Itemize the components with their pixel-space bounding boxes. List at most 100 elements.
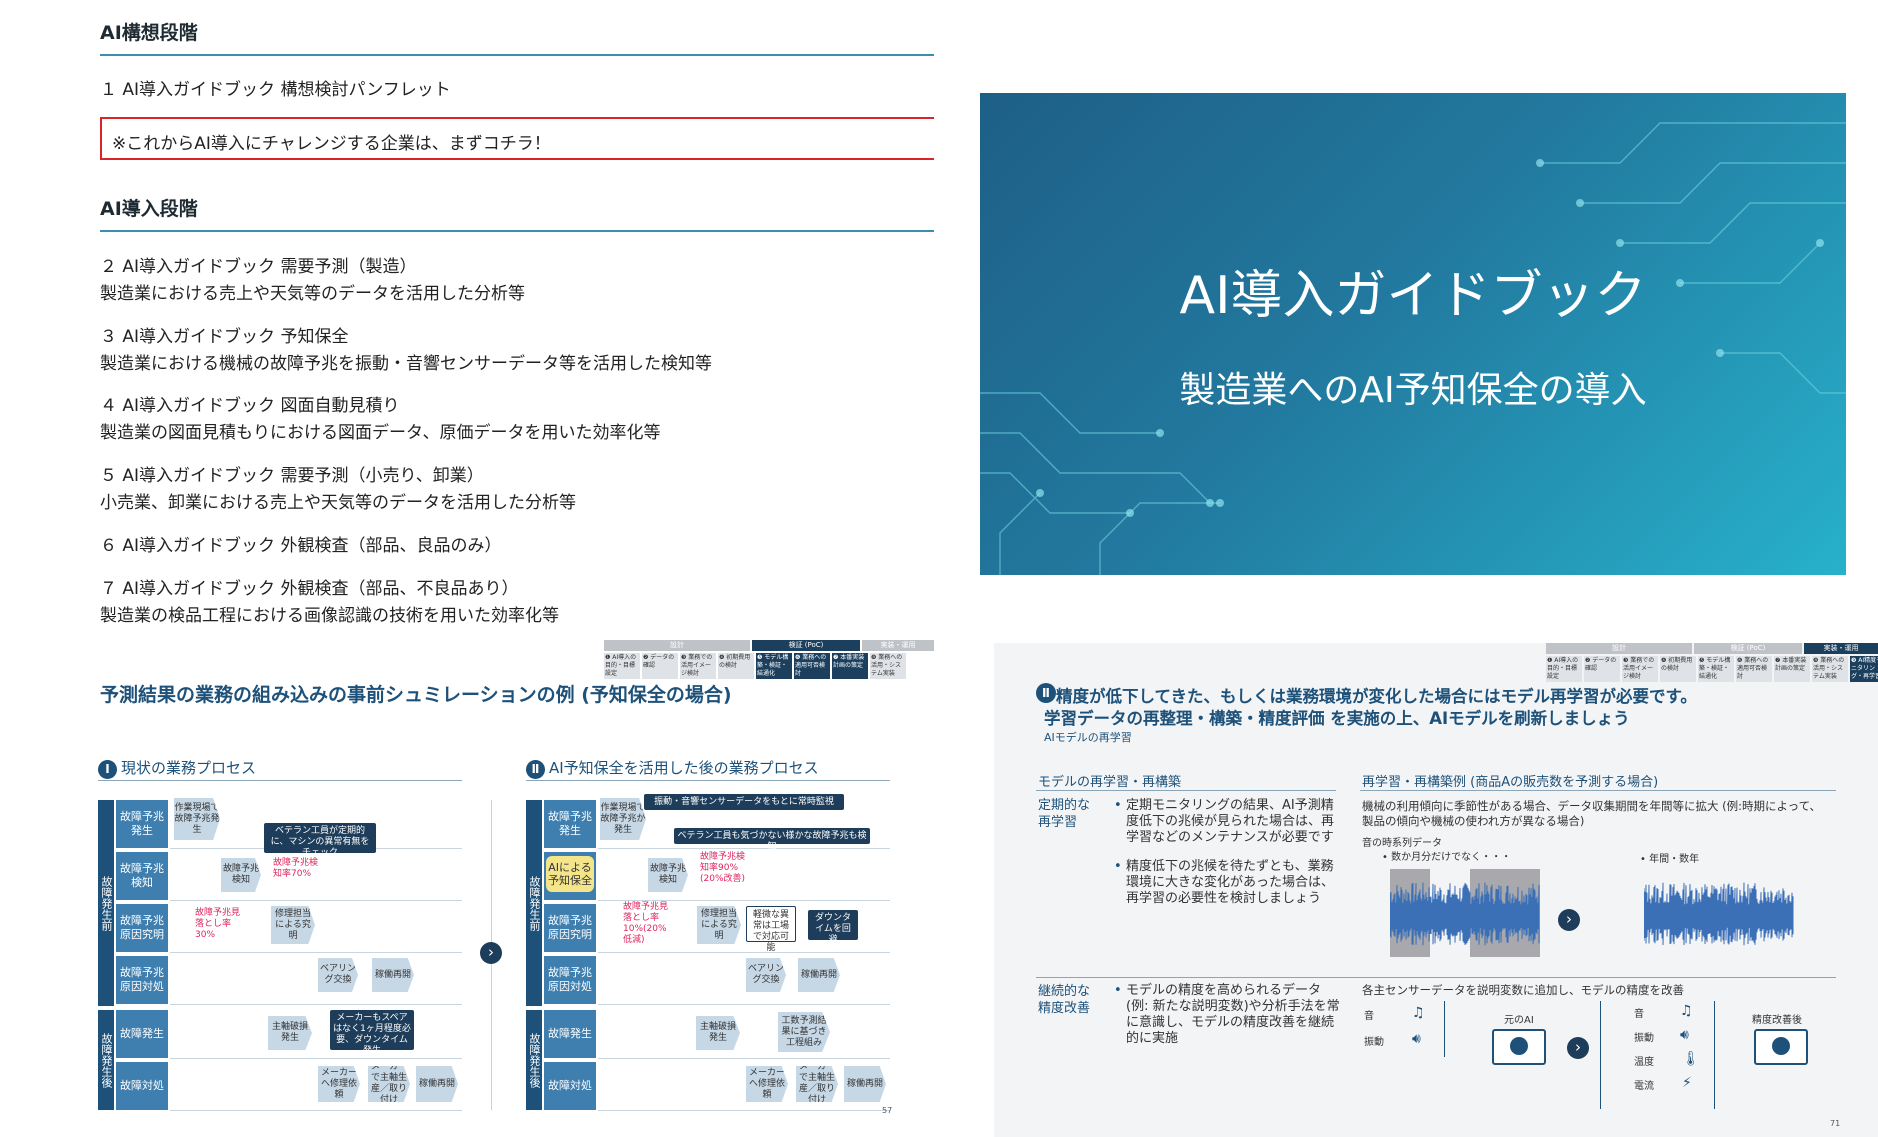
lane-symptom: 故障予兆発生 [116, 800, 168, 848]
section-num-2: Ⅱ [526, 760, 545, 779]
lane-failure: 故障発生 [544, 1010, 596, 1058]
row1-bullet-2: 精度低下の兆候を待たずとも、業務環境に大きな変化があった場合は、再学習の必要性を… [1114, 859, 1346, 907]
item-title-6[interactable]: ６ AI導入ガイドブック 外観検査（部品、良品のみ） [100, 531, 501, 556]
step-4: ❹ 初期費用の検討 [1660, 656, 1696, 682]
current-process-heading: Ⅰ 現状の業務プロセス [98, 757, 256, 779]
node-symptom: 作業現場で故障予兆が発生 [600, 798, 646, 840]
chevron-right-icon: › [1558, 909, 1580, 931]
phase-bar: 設計 検証 (PoC) 実装・運用 [604, 640, 934, 651]
lane-cause: 故障予兆原因究明 [544, 904, 596, 952]
item-title-5[interactable]: ５ AI導入ガイドブック 需要予測（小売り、卸業） [100, 461, 484, 486]
node-investigate: 修理担当による究明 [697, 906, 741, 944]
node-symptom: 作業現場で故障予兆発生 [174, 798, 220, 840]
item-desc-4: 製造業の図面見積もりにおける図面データ、原価データを用いた効率化等 [100, 423, 661, 443]
node-restart: 稼働再開 [372, 958, 414, 992]
node-restart: 稼働再開 [798, 958, 840, 992]
future-process-heading: Ⅱ AI予知保全を活用した後の業務プロセス [526, 757, 819, 779]
lane-cause: 故障予兆原因究明 [116, 904, 168, 952]
lane-fix: 故障予兆原因対処 [544, 956, 596, 1004]
phase-design: 設計 [604, 640, 750, 651]
introduction-heading: AI導入段階 [100, 194, 934, 232]
waveform-line [1644, 882, 1794, 946]
cover-subtitle: 製造業へのAI予知保全の導入 [1179, 370, 1647, 411]
input-sound-before: 音 [1364, 1011, 1374, 1022]
page-number: 71 [1830, 1119, 1841, 1128]
speaker-icon: 🔊︎ [1680, 1027, 1689, 1043]
lane-row [598, 956, 890, 1005]
lane-fix: 故障予兆原因対処 [116, 956, 168, 1004]
chart-left-bullet-text: 数か月分だけでなく・・・ [1391, 852, 1512, 863]
node-restart-2: 稼働再開 [844, 1066, 886, 1102]
waveform-chart-short [1390, 869, 1540, 957]
divider [1036, 790, 1336, 791]
step-7: ❼ 本番実装計画の策定 [1774, 656, 1810, 682]
node-schedule: 工数予測結果に基づき工程組み [778, 1012, 830, 1052]
input-vibration-after: 振動 [1634, 1033, 1654, 1044]
node-maker-produce: メーカーで主軸生産／取り付け [796, 1066, 838, 1102]
side-label-before: 故障発生前 [98, 800, 114, 1006]
laptop-icon [1492, 1029, 1546, 1065]
circuit-decoration [980, 122, 1846, 575]
slide-right[interactable]: 設計 検証 (PoC) 実装・運用 ❶ AI導入の目的・目標設定 ❷ データの確… [994, 643, 1878, 1137]
divider [526, 780, 890, 781]
chevron-right-icon: › [1567, 1037, 1589, 1059]
slide-right-title-2: 学習データの再整理・構築・精度評価 を実施の上、AIモデルを刷新しましょう [1044, 709, 1630, 728]
step-3: ❸ 業務での活用イメージ検討 [1622, 656, 1658, 682]
node-investigate: 修理担当による究明 [271, 906, 315, 944]
chart-caption: 音の時系列データ [1362, 838, 1442, 849]
item-title-1[interactable]: １ AI導入ガイドブック 構想検討パンフレット [100, 75, 451, 100]
lane-repair: 故障対処 [544, 1062, 596, 1110]
cover-image[interactable]: AI導入ガイドブック 製造業へのAI予知保全の導入 [980, 93, 1846, 575]
item-title-2[interactable]: ２ AI導入ガイドブック 需要予測（製造） [100, 252, 416, 277]
miss-rate-label: 故障予兆見落とし率10%(20%低減) [623, 902, 669, 945]
row1-bullet-1: 定期モニタリングの結果、AI予測精度低下の兆候が見られた場合は、再学習などのメン… [1114, 798, 1346, 846]
section-num: Ⅱ [1036, 683, 1056, 703]
step-1: ❶ AI導入の目的・目標設定 [1546, 656, 1582, 682]
item-desc-2: 製造業における売上や天気等のデータを活用した分析等 [100, 284, 525, 304]
node-detect: 故障予兆検知 [221, 858, 261, 892]
node-restart-2: 稼働再開 [416, 1066, 458, 1102]
phase-implementation: 実装・運用 [862, 640, 934, 651]
section-num-1: Ⅰ [98, 760, 117, 779]
item-desc-5: 小売業、卸業における売上や天気等のデータを活用した分析等 [100, 493, 576, 513]
phase-poc: 検証 (PoC) [1694, 643, 1802, 654]
laptop-icon [1754, 1029, 1808, 1065]
item-title-7[interactable]: ７ AI導入ガイドブック 外観検査（部品、不良品あり） [100, 574, 518, 599]
divider [1360, 790, 1836, 791]
input-current-after: 電流 [1634, 1081, 1654, 1092]
step-6: ❻ 業務への適用可否検討 [794, 653, 830, 679]
music-note-icon: ♫ [1412, 1005, 1425, 1021]
slide-left[interactable]: 設計 検証 (PoC) 実装・運用 ❶ AI導入の目的・目標設定 ❷ データの確… [96, 638, 936, 1118]
step-2: ❷ データの確認 [1584, 656, 1620, 682]
divider [98, 780, 462, 781]
node-spindle-break: 主軸破損発生 [268, 1016, 312, 1050]
step-7: ❼ 本番実装計画の策定 [832, 653, 868, 679]
slide-left-title: 予測結果の業務の組み込みの事前シュミレーションの例 (予知保全の場合) [100, 684, 732, 706]
input-temperature-after: 温度 [1634, 1057, 1654, 1068]
step-3: ❸ 業務での活用イメージ検討 [680, 653, 716, 679]
music-note-icon: ♫ [1680, 1003, 1693, 1019]
step-8: ❽ 業務への活用・システム実装 [870, 653, 906, 679]
model-after-label: 精度改善後 [1752, 1015, 1802, 1026]
item-desc-3: 製造業における機械の故障予兆を振動・音響センサーデータ等を活用した検知等 [100, 354, 712, 374]
divider [1036, 977, 1836, 978]
row2-bullet-1: モデルの精度を高められるデータ (例: 新たな説明変数)や分析手法を常に意識し、… [1114, 983, 1346, 1047]
node-maker-request: メーカーへ修理依頼 [318, 1066, 360, 1102]
brain-icon [1510, 1037, 1528, 1055]
slide-right-subtitle: AIモデルの再学習 [1044, 731, 1132, 744]
brain-icon [1772, 1037, 1790, 1055]
side-label-before: 故障発生前 [526, 800, 542, 1006]
lane-failure: 故障発生 [116, 1010, 168, 1058]
cover-title: AI導入ガイドブック [1179, 266, 1647, 326]
lane-row [598, 1010, 890, 1059]
node-bearing: ベアリング交換 [746, 958, 786, 992]
item-title-3[interactable]: ３ AI導入ガイドブック 予知保全 [100, 322, 348, 347]
row1-label: 定期的な再学習 [1038, 798, 1091, 830]
lane-repair: 故障対処 [116, 1062, 168, 1110]
step-list: ❶ AI導入の目的・目標設定 ❷ データの確認 ❸ 業務での活用イメージ検討 ❹… [1546, 656, 1878, 682]
item-desc-7: 製造業の検品工程における画像認識の技術を用いた効率化等 [100, 606, 559, 626]
item-title-4[interactable]: ４ AI導入ガイドブック 図面自動見積り [100, 391, 399, 416]
chevron-right-icon: › [480, 942, 502, 964]
notice-box: ※これからAI導入にチャレンジする企業は、まずコチラ！ [100, 117, 934, 160]
phase-implementation: 実装・運用 [1804, 643, 1878, 654]
